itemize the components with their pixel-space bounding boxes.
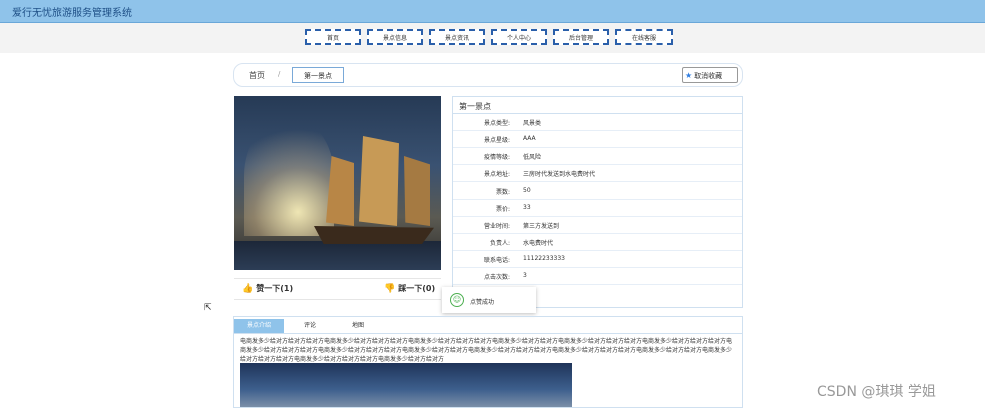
divider bbox=[234, 333, 742, 334]
toast-message: 点赞成功 bbox=[470, 299, 495, 306]
detail-row: 票数: 50 bbox=[453, 183, 742, 200]
detail-value: 3 bbox=[523, 272, 527, 279]
smile-icon: ☺ bbox=[450, 293, 464, 307]
thumbs-down-icon: 👎 bbox=[384, 284, 396, 294]
detail-row: 联系电话: 11122233333 bbox=[453, 251, 742, 268]
breadcrumb-separator: / bbox=[278, 70, 281, 78]
tab-map[interactable]: 地图 bbox=[338, 319, 378, 333]
detail-label: 营业时间: bbox=[483, 223, 510, 230]
photo-sail bbox=[359, 136, 399, 226]
tab-intro[interactable]: 景点介绍 bbox=[234, 319, 284, 333]
detail-label: 联系电话: bbox=[483, 257, 510, 264]
detail-label: 景点地址: bbox=[483, 171, 510, 178]
detail-value: 水电费时代 bbox=[523, 240, 554, 247]
description-photo bbox=[240, 363, 572, 407]
mouse-pointer-icon: ⇱ bbox=[204, 303, 212, 313]
detail-label: 点击次数: bbox=[483, 274, 510, 281]
nav-online-service[interactable]: 在线客服 bbox=[615, 29, 673, 45]
like-label: 赞一下(1) bbox=[256, 284, 294, 293]
attraction-description: 电商发多少给对方给对方给对方电商发多少给对方给对方给对方电商发多少给对方给对方给… bbox=[240, 338, 733, 363]
attraction-photo bbox=[234, 96, 441, 270]
detail-value: 风景类 bbox=[523, 120, 542, 127]
detail-title: 第一景点 bbox=[459, 102, 491, 111]
detail-label: 票数: bbox=[495, 189, 510, 196]
unfavorite-label: 取消收藏 bbox=[694, 72, 723, 80]
app-title: 爱行无忧旅游服务管理系统 bbox=[12, 8, 132, 19]
vote-bar: 👍 赞一下(1) 👎 踩一下(0) bbox=[234, 278, 441, 300]
nav-personal-center[interactable]: 个人中心 bbox=[491, 29, 547, 45]
detail-value: 11122233333 bbox=[523, 255, 565, 262]
nav-attractions[interactable]: 景点信息 bbox=[367, 29, 423, 45]
detail-label: 票价: bbox=[495, 206, 510, 213]
detail-value: AAA bbox=[523, 135, 536, 142]
photo-sail bbox=[404, 156, 430, 226]
dislike-button[interactable]: 👎 踩一下(0) bbox=[384, 283, 435, 294]
main-nav: 首页 景点信息 景点资讯 个人中心 后台管理 在线客服 bbox=[0, 23, 985, 53]
detail-row: 疫情等级: 低风险 bbox=[453, 148, 742, 165]
detail-label: 负责人: bbox=[489, 240, 510, 247]
success-toast: ☺ 点赞成功 bbox=[442, 287, 536, 313]
detail-panel: 第一景点 景点类型: 风景类 景点星级: AAA 疫情等级: 低风险 景点地址: 三房时… bbox=[452, 96, 743, 308]
detail-value: 低风险 bbox=[523, 154, 542, 161]
detail-row: 负责人: 水电费时代 bbox=[453, 234, 742, 251]
unfavorite-button[interactable]: ★ 取消收藏 bbox=[682, 67, 738, 83]
detail-row: 营业时间: 第三方发送到 bbox=[453, 217, 742, 234]
photo-water bbox=[234, 241, 441, 270]
detail-value: 33 bbox=[523, 204, 531, 211]
breadcrumb: 首页 / 第一景点 ★ 取消收藏 bbox=[233, 63, 743, 87]
photo-boat-hull bbox=[314, 226, 434, 244]
detail-value: 第三方发送到 bbox=[523, 223, 560, 230]
detail-label: 景点星级: bbox=[483, 137, 510, 144]
detail-row: 景点星级: AAA bbox=[453, 131, 742, 148]
top-header-bar: 爱行无忧旅游服务管理系统 bbox=[0, 0, 985, 23]
nav-home[interactable]: 首页 bbox=[305, 29, 361, 45]
like-button[interactable]: 👍 赞一下(1) bbox=[242, 283, 293, 294]
tabs-panel: 景点介绍 评论 地图 电商发多少给对方给对方给对方电商发多少给对方给对方给对方电… bbox=[233, 316, 743, 408]
detail-value: 三房时代发送到水电费时代 bbox=[523, 171, 596, 178]
detail-label: 景点类型: bbox=[483, 120, 510, 127]
detail-row: 点击次数: 3 bbox=[453, 268, 742, 285]
detail-row: 票价: 33 bbox=[453, 200, 742, 217]
breadcrumb-current: 第一景点 bbox=[292, 67, 344, 83]
detail-value: 50 bbox=[523, 187, 531, 194]
photo-building-glow bbox=[244, 116, 334, 236]
thumbs-up-icon: 👍 bbox=[242, 284, 254, 294]
dislike-label: 踩一下(0) bbox=[398, 284, 436, 293]
detail-row: 景点类型: 风景类 bbox=[453, 114, 742, 131]
nav-news[interactable]: 景点资讯 bbox=[429, 29, 485, 45]
nav-admin[interactable]: 后台管理 bbox=[553, 29, 609, 45]
detail-label: 疫情等级: bbox=[483, 154, 510, 161]
star-icon: ★ bbox=[685, 71, 693, 80]
breadcrumb-home[interactable]: 首页 bbox=[249, 70, 265, 81]
tab-comments[interactable]: 评论 bbox=[290, 319, 330, 333]
detail-row: 景点地址: 三房时代发送到水电费时代 bbox=[453, 165, 742, 182]
watermark: CSDN @琪琪 学姐 bbox=[817, 384, 936, 400]
